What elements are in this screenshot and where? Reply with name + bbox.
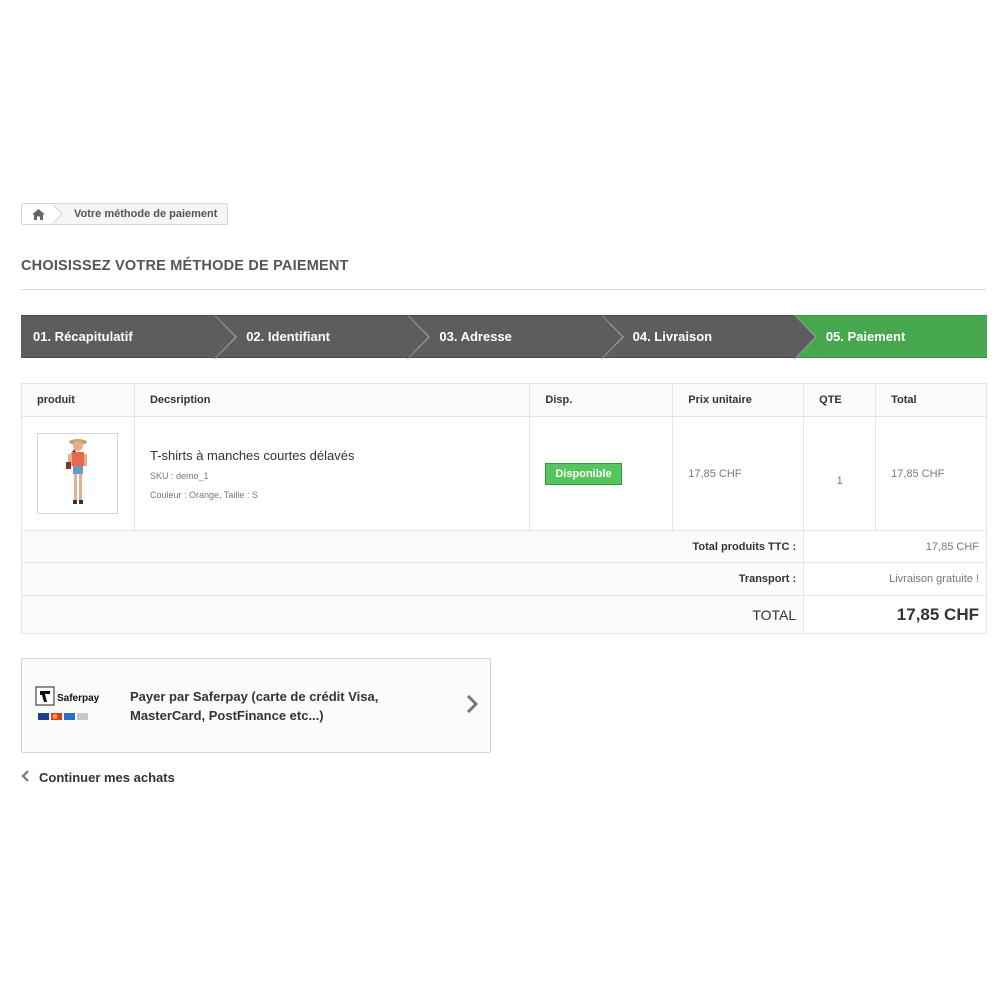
- step-label: 03. Adresse: [439, 329, 512, 344]
- summary-value: Livraison gratuite !: [803, 562, 987, 596]
- line-total-cell: 17,85 CHF: [875, 416, 987, 531]
- chevron-right-icon: [466, 694, 479, 719]
- availability-cell: Disponible: [529, 416, 674, 531]
- summary-label: Transport :: [20, 562, 805, 596]
- step-label: 05. Paiement: [825, 329, 906, 344]
- page-title: CHOISISSEZ VOTRE MÉTHODE DE PAIEMENT: [21, 258, 349, 274]
- cart-summary-table: produit Decsription Disp. Prix unitaire …: [20, 383, 987, 634]
- saferpay-logo-text: Saferpay: [57, 693, 100, 704]
- step-shipping[interactable]: 04. Livraison: [600, 315, 817, 359]
- summary-row-products: Total produits TTC : 17,85 CHF: [20, 530, 987, 563]
- column-header: QTE: [803, 383, 877, 417]
- summary-row-total: TOTAL 17,85 CHF: [20, 595, 987, 634]
- step-login[interactable]: 02. Identifiant: [214, 315, 431, 359]
- total-value: 17,85 CHF: [803, 595, 987, 634]
- table-row: T-shirts à manches courtes délavés SKU :…: [21, 416, 987, 531]
- breadcrumb: Votre méthode de paiement: [21, 203, 229, 225]
- payment-option-label: Payer par Saferpay (carte de crédit Visa…: [130, 688, 379, 723]
- column-header: Total: [875, 383, 987, 417]
- home-icon[interactable]: [22, 204, 54, 224]
- step-label: 04. Livraison: [632, 329, 713, 344]
- product-image-cell: [21, 416, 135, 531]
- step-payment: 05. Paiement: [793, 315, 988, 358]
- continue-shopping-label: Continuer mes achats: [39, 769, 175, 785]
- product-sku: SKU : demo_1: [149, 470, 209, 481]
- step-label: 01. Récapitulatif: [33, 329, 133, 344]
- product-attributes: Couleur : Orange, Taille : S: [149, 489, 258, 500]
- step-summary[interactable]: 01. Récapitulatif: [21, 315, 238, 359]
- saferpay-payment-option[interactable]: Saferpay Payer par Saferpay (carte de cr…: [21, 658, 491, 753]
- availability-badge: Disponible: [545, 462, 622, 485]
- unit-price-cell: 17,85 CHF: [672, 416, 805, 531]
- table-header-row: produit Decsription Disp. Prix unitaire …: [21, 383, 987, 417]
- product-thumbnail[interactable]: [37, 433, 118, 514]
- chevron-left-icon: [21, 769, 29, 785]
- step-label: 02. Identifiant: [246, 329, 330, 344]
- column-header: Decsription: [133, 383, 531, 417]
- total-label: TOTAL: [20, 595, 805, 634]
- column-header: produit: [21, 383, 135, 417]
- column-header: Prix unitaire: [672, 383, 805, 417]
- step-address[interactable]: 03. Adresse: [407, 315, 624, 359]
- product-name[interactable]: T-shirts à manches courtes délavés: [150, 448, 529, 463]
- summary-value: 17,85 CHF: [803, 530, 987, 563]
- continue-shopping-link[interactable]: Continuer mes achats: [21, 769, 175, 785]
- summary-label: Total produits TTC :: [20, 530, 805, 563]
- product-description-cell: T-shirts à manches courtes délavés SKU :…: [133, 416, 531, 531]
- checkout-steps: 01. Récapitulatif 02. Identifiant 03. Ad…: [21, 315, 988, 359]
- summary-row-shipping: Transport : Livraison gratuite !: [20, 562, 987, 596]
- quantity-cell: 1: [803, 416, 877, 531]
- column-header: Disp.: [529, 383, 674, 417]
- heading-divider: [21, 289, 986, 290]
- breadcrumb-current: Votre méthode de paiement: [74, 208, 218, 220]
- saferpay-logo: Saferpay: [34, 683, 104, 729]
